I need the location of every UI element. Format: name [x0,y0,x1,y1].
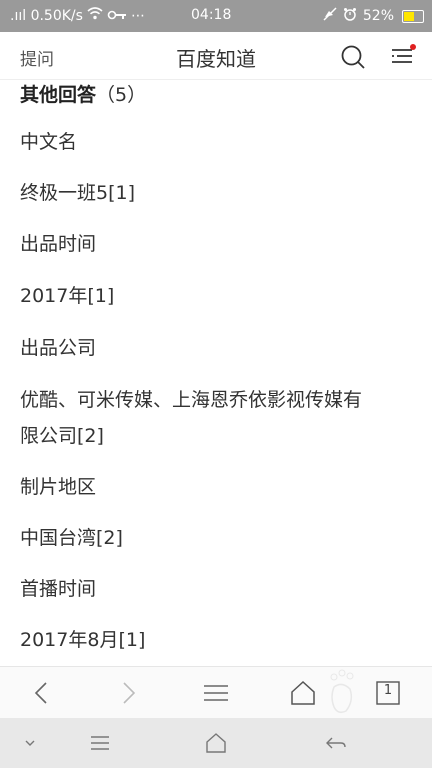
system-back-button[interactable] [324,732,348,754]
hamburger-icon [204,685,228,701]
browser-toolbar: 1 [0,666,432,718]
tabs-button[interactable]: 1 [374,679,402,707]
home-button[interactable] [289,679,317,707]
forward-button[interactable] [114,679,142,707]
search-button[interactable] [340,44,366,70]
app-header: 提问 百度知道 [0,32,432,80]
browser-menu-button[interactable] [202,679,230,707]
battery-icon [402,9,424,23]
chevron-down-icon [25,740,35,746]
list-item: 首播时间 [20,578,97,600]
key-icon [107,8,127,24]
list-item: 终极一班5[1] [20,182,136,204]
chevron-right-icon [123,682,136,704]
collapse-button[interactable] [18,732,42,754]
menu-button[interactable] [389,42,417,70]
home-icon [206,733,226,753]
section-title-text: 其他回答 [20,84,97,106]
list-item: 限公司[2] [20,425,104,447]
status-extras: ⋯ [130,7,145,24]
list-item: 出品时间 [20,233,97,255]
network-speed: .ııl 0.50K/s [10,7,83,24]
tab-count: 1 [383,683,393,698]
recent-apps-button[interactable] [88,732,112,754]
back-button[interactable] [28,679,56,707]
alarm-icon [343,7,357,25]
wifi-icon [87,7,103,24]
answer-count: （5） [96,84,147,106]
home-icon [291,680,315,705]
chevron-left-icon [34,682,47,704]
back-arrow-icon [326,737,346,749]
system-home-button[interactable] [204,732,228,754]
search-icon [341,45,365,69]
system-nav-bar [0,718,432,768]
list-item: 2017年[1] [20,285,115,307]
recents-icon [91,736,109,750]
list-item: 中文名 [20,131,78,153]
list-item: 制片地区 [20,476,97,498]
list-item: 中国台湾[2] [20,527,123,549]
baidu-paw-watermark-icon [322,667,362,719]
status-bar: .ııl 0.50K/s ⋯ 04:18 52% [0,0,432,32]
mute-icon [323,7,337,25]
list-item: 优酷、可米传媒、上海恩乔依影视传媒有 [20,389,363,411]
status-time: 04:18 [191,7,232,23]
answer-content: 其他回答（5） 中文名 终极一班5[1] 出品时间 2017年[1] 出品公司 … [0,80,432,666]
status-right: 52% [323,7,424,25]
page-title: 百度知道 [176,47,256,71]
battery-percent: 52% [362,8,394,24]
status-left: .ııl 0.50K/s ⋯ [10,7,145,24]
list-item: 2017年8月[1] [20,629,146,651]
list-item: 出品公司 [20,337,97,359]
menu-icon [392,44,416,63]
section-title: 其他回答（5） [20,80,146,107]
